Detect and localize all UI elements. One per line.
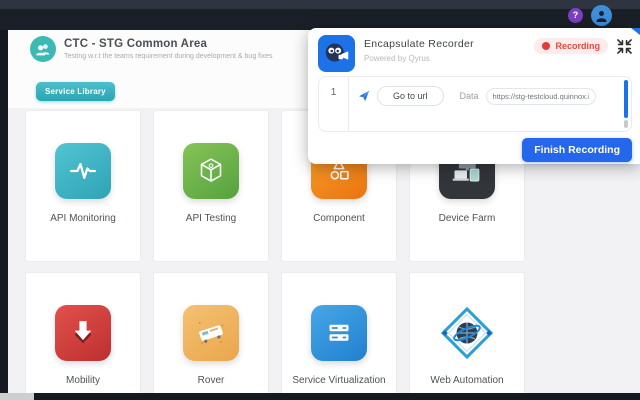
servers-icon bbox=[311, 305, 367, 361]
recorder-header: Encapsulate Recorder Powered by Qyrus Re… bbox=[318, 35, 632, 72]
card-label: Device Farm bbox=[439, 213, 496, 224]
recorder-camera-icon bbox=[318, 35, 355, 72]
help-icon[interactable]: ? bbox=[568, 8, 583, 23]
scrollbar-thumb[interactable] bbox=[624, 80, 628, 118]
encapsulate-recorder-panel: Encapsulate Recorder Powered by Qyrus Re… bbox=[308, 28, 640, 164]
taskbar-fragment bbox=[0, 393, 34, 400]
workspace-header: CTC - STG Common Area Testing w.r.t the … bbox=[30, 36, 273, 62]
recorder-title: Encapsulate Recorder bbox=[364, 38, 474, 50]
recorded-steps-list: 1 Go to url Data bbox=[318, 76, 632, 132]
window-bottom-edge bbox=[0, 393, 640, 400]
go-to-url-button[interactable]: Go to url bbox=[377, 86, 444, 106]
globe-orbit-icon bbox=[439, 305, 495, 361]
recorder-footer: Finish Recording bbox=[318, 138, 632, 162]
cube-icon bbox=[183, 143, 239, 199]
steps-scrollbar bbox=[624, 80, 628, 128]
card-label: Web Automation bbox=[430, 375, 503, 386]
data-label: Data bbox=[460, 91, 479, 101]
panel-corner-accent bbox=[631, 28, 640, 35]
page-title: CTC - STG Common Area bbox=[64, 36, 273, 50]
team-avatar bbox=[30, 36, 56, 62]
scrollbar-track-end bbox=[624, 120, 628, 128]
recording-dot-icon bbox=[542, 42, 550, 50]
recording-status-label: Recording bbox=[555, 41, 600, 51]
card-label: Component bbox=[313, 213, 365, 224]
card-mobility[interactable]: Mobility bbox=[25, 272, 141, 393]
service-library-button[interactable]: Service Library bbox=[36, 82, 115, 101]
card-label: Rover bbox=[198, 375, 225, 386]
person-icon bbox=[595, 9, 608, 22]
card-api-testing[interactable]: API Testing bbox=[153, 110, 269, 262]
card-service-virtualization[interactable]: Service Virtualization bbox=[281, 272, 397, 393]
step-data-input[interactable] bbox=[486, 88, 596, 105]
workspace-titles: CTC - STG Common Area Testing w.r.t the … bbox=[64, 36, 273, 62]
pulse-icon bbox=[55, 143, 111, 199]
extension-icons: ? bbox=[568, 4, 612, 26]
recorder-powered-by: Powered by Qyrus bbox=[364, 54, 474, 63]
card-label: API Monitoring bbox=[50, 213, 116, 224]
card-api-monitoring[interactable]: API Monitoring bbox=[25, 110, 141, 262]
finish-recording-button[interactable]: Finish Recording bbox=[522, 138, 632, 162]
collapse-icon[interactable] bbox=[617, 39, 632, 54]
step-number: 1 bbox=[319, 77, 349, 131]
recorder-titles: Encapsulate Recorder Powered by Qyrus bbox=[364, 35, 474, 72]
navigate-icon bbox=[358, 90, 370, 102]
card-label: Mobility bbox=[66, 375, 100, 386]
profile-avatar-icon[interactable] bbox=[591, 5, 612, 26]
browser-topbar: ? bbox=[0, 0, 640, 30]
card-web-automation[interactable]: Web Automation bbox=[409, 272, 525, 393]
step-row: Go to url Data bbox=[349, 77, 631, 106]
rover-icon bbox=[183, 305, 239, 361]
recorder-header-right: Recording bbox=[534, 38, 632, 54]
download-arrow-icon bbox=[55, 305, 111, 361]
page-subtitle: Testing w.r.t the teams requirement duri… bbox=[64, 53, 273, 60]
recording-status-badge: Recording bbox=[534, 38, 608, 54]
card-label: Service Virtualization bbox=[292, 375, 385, 386]
help-glyph: ? bbox=[573, 10, 579, 20]
users-icon bbox=[35, 42, 51, 56]
card-rover[interactable]: Rover bbox=[153, 272, 269, 393]
card-label: API Testing bbox=[186, 213, 236, 224]
